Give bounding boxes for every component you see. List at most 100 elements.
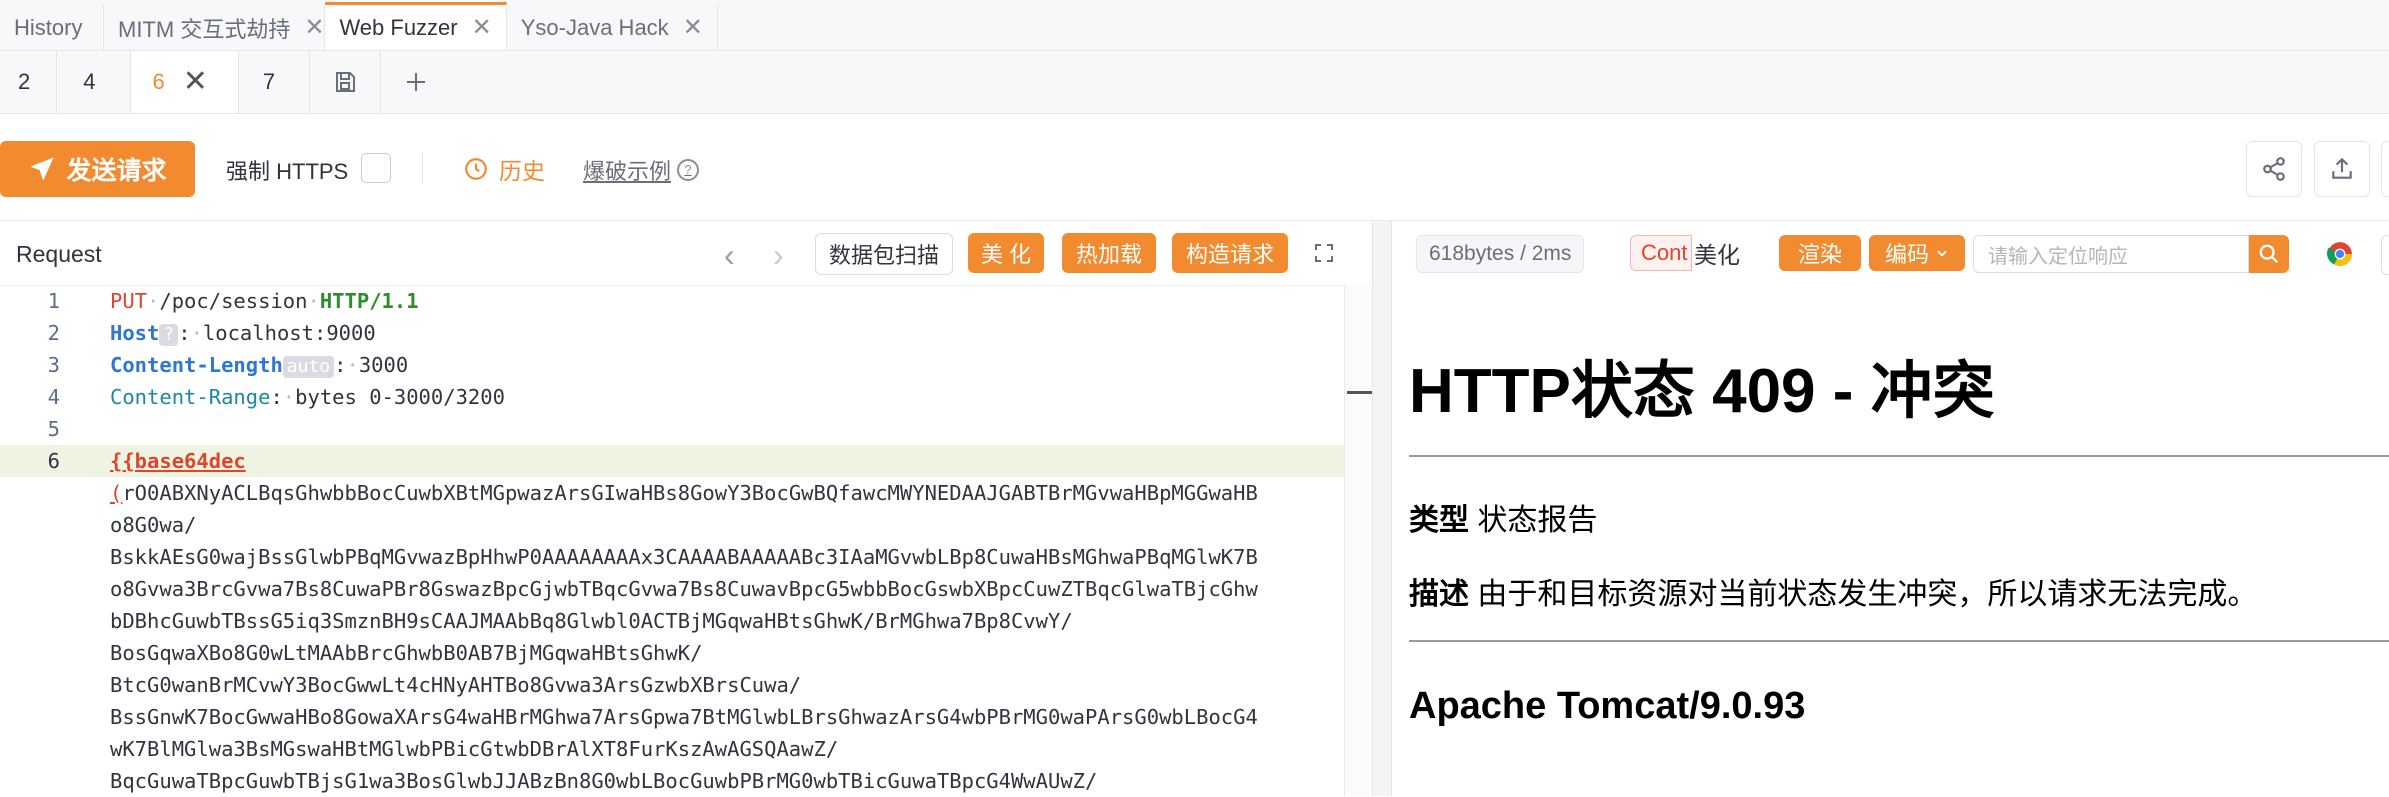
sub-tab-2[interactable]: 2 [0,51,58,113]
share-button[interactable] [2246,141,2302,197]
divider [1409,640,2389,642]
sub-tab-label: 4 [83,69,96,94]
packet-scan-label: 数据包扫描 [828,243,939,268]
clock-icon [465,158,487,180]
request-editor[interactable]: 1 PUT·/poc/session·HTTP/1.1 2 Host?:·loc… [0,285,1372,796]
send-request-button[interactable]: 发送请求 [0,141,195,197]
payload-text: rO0ABXNyACLBqsGhwbbBocCuwbXBtMGpwazArsGI… [122,481,1258,505]
sub-tab-label: 2 [18,69,31,94]
line-number: 1 [47,289,60,313]
payload-line: bDBhcGuwbTBssG5iq3SmznBH9sCAAJMAAbBq8Glw… [0,605,1372,637]
fuzz-tag: {{base64dec [110,449,246,473]
top-tab-mitm[interactable]: MITM 交互式劫持 ✕ [104,5,326,50]
top-tab-yso-java[interactable]: Yso-Java Hack ✕ [507,5,718,50]
history-button[interactable]: 历史 [463,152,545,186]
sub-tab-bar: 2 4 6 ✕ 7 [0,51,2389,114]
desc-label: 描述 [1409,578,1469,611]
plus-icon [407,73,426,91]
response-desc-row: 描述 由于和目标资源对当前状态发生冲突，所以请求无法完成。 [1409,569,2257,613]
header-chip[interactable]: ? [159,324,179,346]
chevron-down-icon [1937,250,1947,257]
type-label: 类型 [1409,504,1469,537]
close-icon[interactable]: ✕ [183,67,208,97]
sub-tab-4[interactable]: 4 [57,51,131,113]
response-more-button[interactable] [2381,235,2389,275]
top-tab-web-fuzzer[interactable]: Web Fuzzer ✕ [325,2,507,50]
render-label: 渲染 [1797,242,1842,267]
search-icon [2259,244,2279,264]
header-value: 3000 [358,353,409,377]
scrollbar-thumb[interactable] [1347,391,1373,394]
payload-text: o8Gvwa3BrcGvwa7Bs8CuwaPBr8GswazBpcGjwbTB… [110,577,1258,601]
payload-text: BssGnwK7BocGwwaHBo8GowaXArsG4waHBrMGhwa7… [110,705,1258,729]
save-icon [336,72,356,92]
chevron-left-icon[interactable]: ‹ [724,237,735,274]
beautify-label: 美 化 [980,242,1032,267]
sub-tab-7[interactable]: 7 [239,51,311,113]
header-key: Host [110,321,160,345]
top-tab-label: History [14,14,83,40]
search-button[interactable] [2249,235,2289,273]
encode-dropdown[interactable]: 编码 [1869,235,1965,271]
hot-reload-button[interactable]: 热加载 [1062,233,1156,273]
close-icon[interactable]: ✕ [304,15,324,40]
payload-line: BosGqwaXBo8G0wLtMAAbBrcGhwbB0AB7BjMGqwaH… [0,637,1372,669]
help-icon[interactable]: ? [677,159,700,181]
payload-line: BtcG0wanBrMCvwY3BocGwwLt4cHNyAHTBo8Gvwa3… [0,669,1372,701]
payload-text: BtcG0wanBrMCvwY3BocGwwLt4cHNyAHTBo8Gvwa3… [110,673,802,697]
editor-line: 1 PUT·/poc/session·HTTP/1.1 [0,285,1372,317]
payload-line: BskkAEsG0wajBssGlwbPBqMGvwazBpHhwP0AAAAA… [0,541,1372,573]
line-number: 6 [47,449,60,473]
server-signature: Apache Tomcat/9.0.93 [1409,685,1806,727]
payload-line: (rO0ABXNyACLBqsGhwbbBocCuwbXBtMGpwazArsG… [0,477,1372,509]
payload-line: BqcGuwaTBpcGuwbTBjsG1wa3BosGlwbJJABzBn8G… [0,765,1372,797]
burst-example-link[interactable]: 爆破示例 ? [583,154,700,186]
header-chip[interactable]: auto [282,356,335,378]
close-icon[interactable]: ✕ [472,15,492,40]
payload-text: BskkAEsG0wajBssGlwbPBqMGvwazBpHhwP0AAAAA… [110,545,1258,569]
fuzzer-toolbar: 发送请求 强制 HTTPS 历史 爆破示例 ? [0,114,2389,221]
force-https-label: 强制 HTTPS [226,159,349,184]
top-tab-bar: History MITM 交互式劫持 ✕ Web Fuzzer ✕ Yso-Ja… [0,0,2389,51]
add-tab-button[interactable] [381,51,451,113]
editor-line: 3 Content-Length auto:·3000 [0,349,1372,381]
editor-scrollbar[interactable] [1344,285,1373,796]
http-proto: HTTP/1.1 [319,289,419,313]
editor-line-current: 6 {{base64dec [0,445,1372,477]
export-button[interactable] [2314,141,2370,197]
history-label: 历史 [499,158,545,184]
chevron-right-icon[interactable]: › [773,237,784,274]
response-beautify-button[interactable]: 美化 [1694,235,1740,271]
line-number: 4 [47,385,60,409]
force-https-checkbox[interactable] [361,153,391,183]
pane-splitter[interactable] [1372,221,1392,796]
response-beautify-label: 美化 [1694,242,1740,268]
editor-line: 5 [0,413,1372,445]
search-placeholder: 请输入定位响应 [1988,245,2128,268]
expand-icon[interactable] [1312,241,1336,265]
header-value: localhost:9000 [202,321,376,345]
construct-request-button[interactable]: 构造请求 [1172,233,1288,273]
sub-tab-6[interactable]: 6 ✕ [130,51,239,113]
beautify-button[interactable]: 美 化 [968,233,1044,273]
content-tab[interactable]: Cont [1630,235,1692,271]
export-icon [2332,157,2352,179]
response-search-input[interactable]: 请输入定位响应 [1973,235,2249,273]
line-number: 2 [47,321,60,345]
payload-line: o8Gvwa3BrcGvwa7Bs8CuwaPBr8GswazBpcGjwbTB… [0,573,1372,605]
desc-value: 由于和目标资源对当前状态发生冲突，所以请求无法完成。 [1477,578,2258,611]
packet-scan-button[interactable]: 数据包扫描 [815,233,953,275]
top-tab-history[interactable]: History [0,5,104,50]
more-button[interactable] [2381,141,2389,197]
line-number: 3 [47,353,60,377]
response-type-row: 类型 状态报告 [1409,495,1597,539]
payload-line: wK7BlMGlwa3BsMGswaHBtMGlwbPBicGtwbDBrAlX… [0,733,1372,765]
request-path: /poc/session [159,289,308,313]
save-tab-button[interactable] [310,51,382,113]
header-value: bytes 0-3000/3200 [295,385,505,409]
burst-example-label: 爆破示例 [583,159,672,184]
close-icon[interactable]: ✕ [683,15,703,40]
chrome-icon[interactable] [2327,241,2353,267]
top-tab-label: Web Fuzzer [339,14,458,40]
render-button[interactable]: 渲染 [1779,235,1861,271]
